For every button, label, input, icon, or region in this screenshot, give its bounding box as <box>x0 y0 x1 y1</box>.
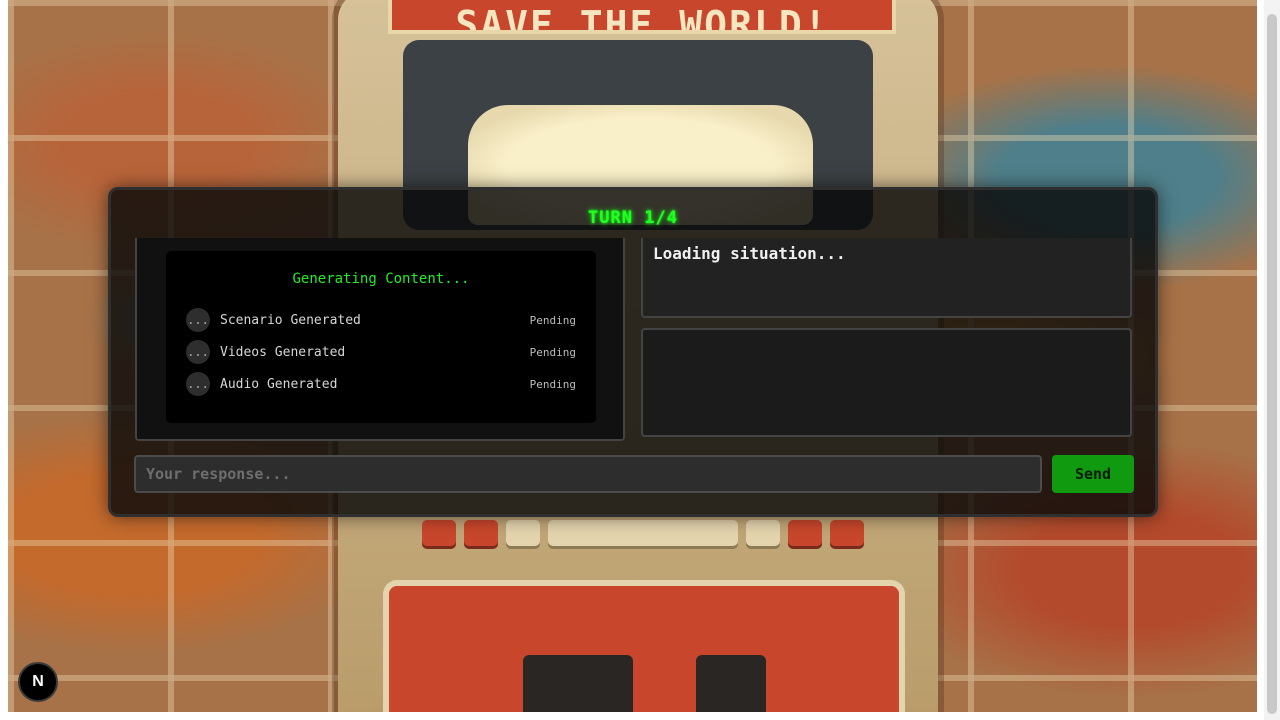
turn-title: TURN 1/4 <box>588 208 678 228</box>
arcade-key <box>830 520 864 546</box>
arcade-lower-cabinet <box>383 580 905 712</box>
status-item-label: Videos Generated <box>220 344 346 360</box>
arcade-key <box>788 520 822 546</box>
status-item-state: Pending <box>529 377 576 391</box>
dev-tools-badge[interactable]: N <box>18 662 58 702</box>
arcade-key <box>464 520 498 546</box>
situation-text: Loading situation... <box>641 238 1132 318</box>
status-item: ... Videos Generated Pending <box>186 340 576 364</box>
arcade-spacebar <box>548 520 738 546</box>
arcade-key <box>422 520 456 546</box>
status-item-label: Audio Generated <box>220 376 338 392</box>
pending-indicator-icon: ... <box>186 340 210 364</box>
arcade-key <box>506 520 540 546</box>
status-item-state: Pending <box>529 345 576 359</box>
status-item-state: Pending <box>529 313 576 327</box>
vertical-scrollbar[interactable] <box>1264 0 1280 720</box>
status-heading: Generating Content... <box>292 271 470 287</box>
status-item: ... Audio Generated Pending <box>186 372 576 396</box>
response-input[interactable] <box>134 455 1042 493</box>
marquee-text: SAVE THE WORLD! <box>455 3 829 34</box>
coin-slot <box>523 655 633 712</box>
video-area <box>641 328 1132 437</box>
game-console: TURN 1/4 Generating Content... ... Scena… <box>108 187 1158 517</box>
status-item-label: Scenario Generated <box>220 312 361 328</box>
pending-indicator-icon: ... <box>186 372 210 396</box>
arcade-key <box>746 520 780 546</box>
coin-slot <box>696 655 766 712</box>
arcade-marquee: SAVE THE WORLD! <box>388 0 896 34</box>
media-panel: Generating Content... ... Scenario Gener… <box>135 238 625 441</box>
pending-indicator-icon: ... <box>186 308 210 332</box>
scrollbar-thumb[interactable] <box>1267 14 1277 714</box>
send-button[interactable]: Send <box>1052 455 1134 493</box>
status-item: ... Scenario Generated Pending <box>186 308 576 332</box>
arcade-keys <box>403 515 883 551</box>
generation-status: Generating Content... ... Scenario Gener… <box>166 251 596 423</box>
